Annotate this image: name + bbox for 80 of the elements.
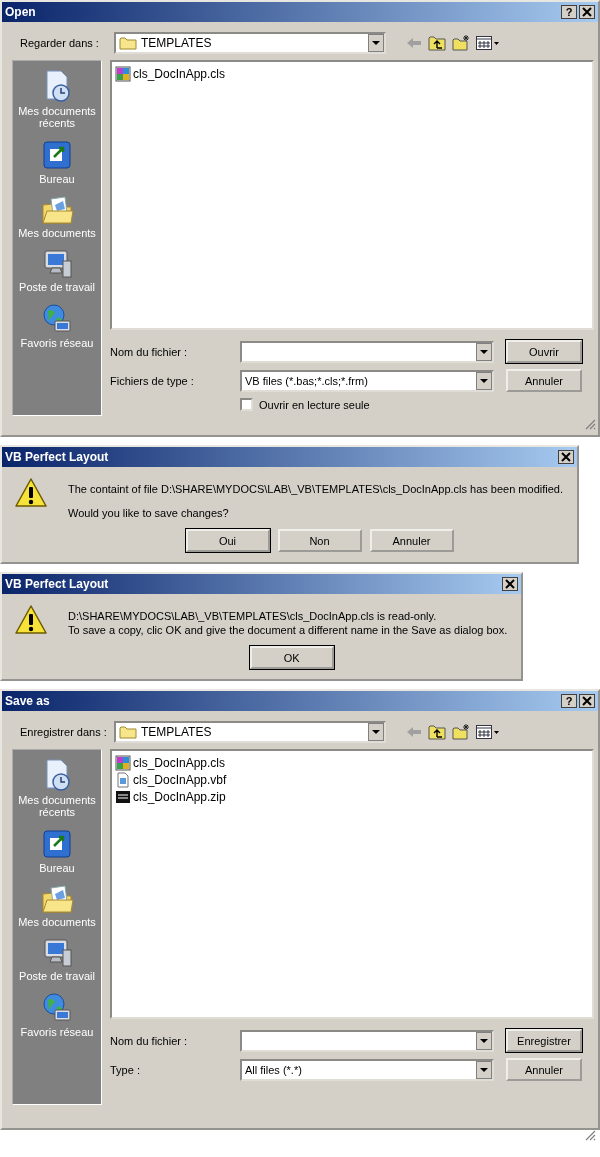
message-text: The containt of file D:\SHARE\MYDOCS\LAB\_VB\TEMPLATES\cls_DocInApp.cls has been modified. bbox=[68, 483, 563, 495]
warning-icon bbox=[14, 477, 48, 509]
dropdown-icon[interactable] bbox=[476, 1060, 492, 1079]
look-in-label: Enregistrer dans : bbox=[20, 726, 108, 738]
cancel-button[interactable]: Annuler bbox=[506, 369, 582, 392]
help-button[interactable]: ? bbox=[561, 694, 577, 708]
documents-folder-icon bbox=[41, 884, 73, 914]
place-item[interactable]: Mes documents récents bbox=[15, 756, 99, 820]
dropdown-icon[interactable] bbox=[476, 1031, 492, 1050]
folder-dropdown[interactable]: TEMPLATES bbox=[114, 721, 386, 743]
desktop-icon bbox=[41, 828, 73, 860]
checkbox[interactable] bbox=[240, 398, 253, 411]
file-item[interactable]: cls_DocInApp.cls bbox=[133, 755, 226, 770]
file-name-label: Nom du fichier : bbox=[110, 1034, 189, 1047]
documents-folder-icon bbox=[41, 195, 73, 225]
place-item[interactable]: Bureau bbox=[15, 826, 99, 876]
file-name-label: Nom du fichier : bbox=[110, 345, 189, 358]
place-item[interactable]: Poste de travail bbox=[15, 936, 99, 984]
class-file-icon bbox=[115, 65, 131, 82]
file-name-field[interactable] bbox=[240, 340, 494, 363]
dropdown-icon[interactable] bbox=[476, 371, 492, 390]
close-icon[interactable] bbox=[579, 694, 595, 708]
dropdown-icon[interactable] bbox=[368, 723, 384, 741]
file-item[interactable]: cls_DocInApp.cls bbox=[133, 66, 226, 81]
message-text: To save a copy, clic OK and give the document a different name in the Save as dialog box. bbox=[68, 624, 508, 636]
confirm-button[interactable]: Ouvrir bbox=[506, 340, 582, 363]
archive-file-icon bbox=[115, 788, 131, 805]
folder-icon bbox=[119, 36, 137, 50]
window-title: Open bbox=[5, 5, 37, 19]
warning-icon bbox=[14, 604, 48, 636]
resize-grip-icon[interactable] bbox=[584, 418, 596, 430]
dialog-button[interactable]: OK bbox=[249, 646, 334, 669]
checkbox-label: Ouvrir en lecture seule bbox=[259, 398, 370, 411]
message-text: D:\SHARE\MYDOCS\LAB\_VB\TEMPLATES\cls_DocInApp.cls is read-only. bbox=[68, 610, 438, 622]
message-text: Would you like to save changes? bbox=[68, 507, 230, 519]
up-folder-icon[interactable] bbox=[428, 724, 446, 740]
place-item[interactable]: Mes documents récents bbox=[15, 67, 99, 131]
place-item[interactable]: Bureau bbox=[15, 137, 99, 187]
close-icon[interactable] bbox=[502, 577, 519, 591]
confirm-button[interactable]: Enregistrer bbox=[506, 1029, 582, 1052]
place-item[interactable]: Mes documents bbox=[15, 882, 99, 930]
window-title: VB Perfect Layout bbox=[5, 577, 110, 591]
up-folder-icon[interactable] bbox=[428, 35, 446, 51]
place-item[interactable]: Poste de travail bbox=[15, 247, 99, 295]
look-in-label: Regarder dans : bbox=[20, 37, 100, 49]
computer-icon bbox=[41, 249, 73, 279]
file-type-dropdown[interactable]: VB files (*.bas;*.cls;*.frm) bbox=[240, 369, 494, 392]
file-type-dropdown[interactable]: All files (*.*) bbox=[240, 1058, 494, 1081]
file-name-field[interactable] bbox=[240, 1029, 494, 1052]
new-folder-icon[interactable] bbox=[452, 724, 470, 740]
view-menu-icon[interactable] bbox=[476, 36, 500, 50]
file-item[interactable]: cls_DocInApp.vbf bbox=[133, 772, 227, 787]
dialog-button[interactable]: Non bbox=[277, 529, 362, 552]
close-icon[interactable] bbox=[558, 450, 574, 464]
place-item[interactable]: Mes documents bbox=[15, 193, 99, 241]
place-item[interactable]: Favoris réseau bbox=[15, 990, 99, 1040]
help-button[interactable]: ? bbox=[561, 5, 577, 19]
place-item[interactable]: Favoris réseau bbox=[15, 301, 99, 351]
window-title: VB Perfect Layout bbox=[5, 450, 110, 464]
resize-grip-icon[interactable] bbox=[584, 1129, 596, 1141]
desktop-icon bbox=[41, 139, 73, 171]
dropdown-icon[interactable] bbox=[368, 34, 384, 52]
file-type-label: Fichiers de type : bbox=[110, 374, 195, 387]
computer-icon bbox=[41, 938, 73, 968]
file-item[interactable]: cls_DocInApp.zip bbox=[133, 789, 226, 804]
new-folder-icon[interactable] bbox=[452, 35, 470, 51]
cancel-button[interactable]: Annuler bbox=[506, 1058, 582, 1081]
document-file-icon bbox=[115, 771, 131, 788]
network-globe-icon bbox=[41, 992, 73, 1024]
dropdown-icon[interactable] bbox=[476, 342, 492, 361]
dialog-button[interactable]: Oui bbox=[185, 529, 270, 552]
window-title: Save as bbox=[5, 694, 51, 708]
class-file-icon bbox=[115, 754, 131, 771]
view-menu-icon[interactable] bbox=[476, 725, 500, 739]
file-type-label: Type : bbox=[110, 1063, 141, 1076]
network-globe-icon bbox=[41, 303, 73, 335]
close-icon[interactable] bbox=[579, 5, 595, 19]
folder-dropdown[interactable]: TEMPLATES bbox=[114, 32, 386, 54]
dialog-button[interactable]: Annuler bbox=[369, 529, 454, 552]
folder-icon bbox=[119, 725, 137, 739]
